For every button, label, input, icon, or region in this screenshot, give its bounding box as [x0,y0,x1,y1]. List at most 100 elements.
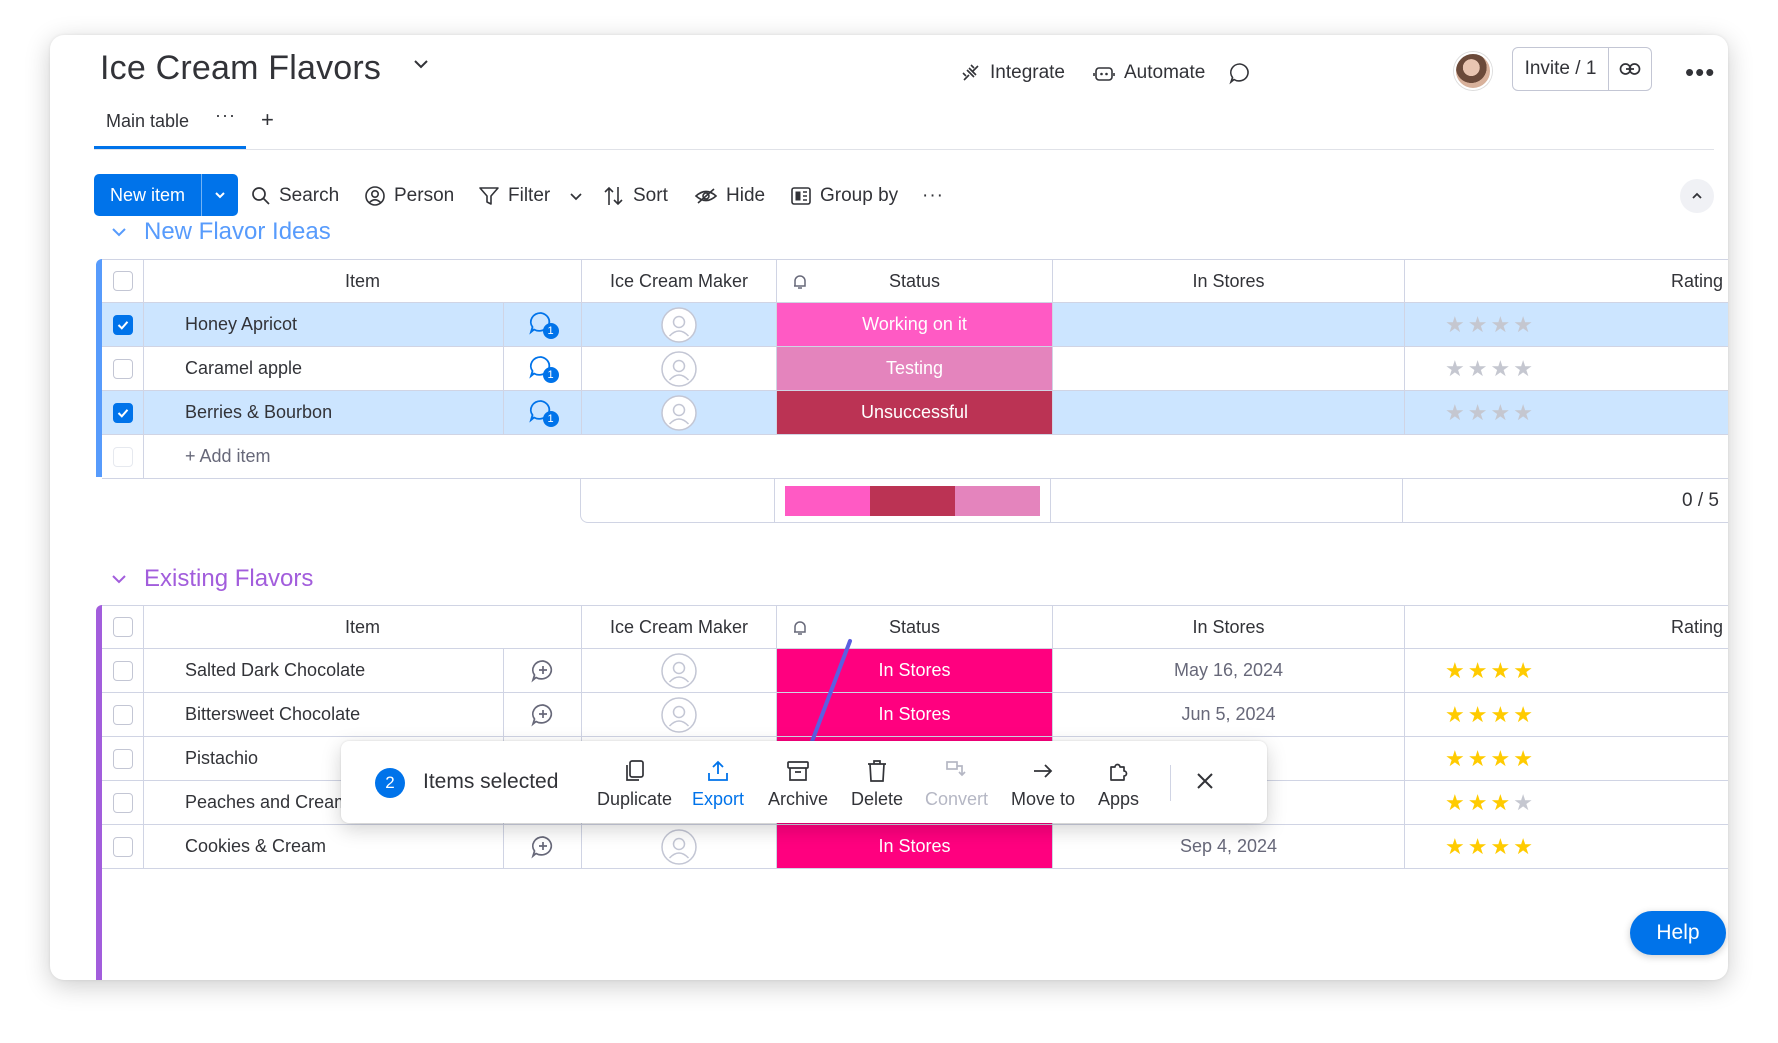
status-cell[interactable]: Unsuccessful [777,391,1053,434]
item-updates-button[interactable] [504,693,582,736]
star-icon[interactable]: ★ [1490,702,1510,728]
status-cell[interactable]: Working on it [777,303,1053,346]
column-header-rating[interactable]: Rating [1405,606,1728,648]
item-name[interactable]: Honey Apricot [144,303,504,346]
star-icon[interactable]: ★ [1490,834,1510,860]
select-all-cell[interactable] [102,606,144,648]
column-header-item[interactable]: Item [144,260,582,302]
rating-stars[interactable]: ★ ★ ★ ★ [1445,356,1533,382]
updates-button[interactable] [1228,56,1252,90]
rating-cell[interactable]: ★ ★ ★ ★ [1405,303,1728,346]
notify-bell-icon[interactable] [791,273,809,291]
column-header-item[interactable]: Item [144,606,582,648]
rating-cell[interactable]: ★ ★ ★ ★ [1405,347,1728,390]
star-icon[interactable]: ★ [1468,790,1488,816]
table-row[interactable]: Bittersweet Chocolate In Stores Jun 5, 202… [102,693,1728,737]
add-item-input[interactable]: + Add item [144,435,271,478]
in-stores-cell[interactable]: Sep 4, 2024 [1053,825,1405,868]
row-select-cell[interactable] [102,825,144,868]
rating-stars[interactable]: ★ ★ ★ ★ [1445,834,1533,860]
table-row[interactable]: Salted Dark Chocolate In Stores May 16, 20… [102,649,1728,693]
rating-cell[interactable]: ★ ★ ★ ★ [1405,391,1728,434]
in-stores-cell[interactable]: May 16, 2024 [1053,649,1405,692]
rating-stars[interactable]: ★ ★ ★ ★ [1445,658,1533,684]
row-checkbox[interactable] [112,792,133,813]
new-item-button[interactable]: New item [94,174,202,216]
star-icon[interactable]: ★ [1468,356,1488,382]
rating-cell[interactable]: ★ ★ ★ ★ [1405,737,1728,780]
maker-cell[interactable] [582,391,777,434]
in-stores-cell[interactable] [1053,303,1405,346]
board-more-menu-icon[interactable]: ••• [1685,57,1715,88]
status-cell[interactable]: Testing [777,347,1053,390]
filter-chevron-down-icon[interactable] [568,189,584,203]
star-icon[interactable]: ★ [1445,790,1465,816]
group-title[interactable]: New Flavor Ideas [144,218,331,246]
group-collapse-chevron-icon[interactable] [110,223,128,241]
item-name[interactable]: Caramel apple [144,347,504,390]
star-icon[interactable]: ★ [1490,658,1510,684]
rating-stars[interactable]: ★ ★ ★ ★ [1445,702,1533,728]
toolbar-more-icon[interactable]: ··· [922,183,944,209]
in-stores-cell[interactable] [1053,347,1405,390]
row-select-cell[interactable] [102,347,144,390]
star-icon[interactable]: ★ [1490,312,1510,338]
row-checkbox[interactable] [112,704,133,725]
convert-button[interactable]: Convert [925,759,988,810]
column-header-status[interactable]: Status [777,260,1053,302]
hide-button[interactable]: Hide [694,183,765,209]
archive-button[interactable]: Archive [768,759,828,810]
star-icon[interactable]: ★ [1468,834,1488,860]
help-button[interactable]: Help [1630,911,1726,955]
column-header-maker[interactable]: Ice Cream Maker [582,260,777,302]
star-icon[interactable]: ★ [1445,746,1465,772]
in-stores-cell[interactable]: Jun 5, 2024 [1053,693,1405,736]
star-icon[interactable]: ★ [1513,400,1533,426]
integrate-button[interactable]: Integrate [960,56,1065,90]
in-stores-cell[interactable] [1053,391,1405,434]
item-updates-button[interactable] [504,649,582,692]
star-icon[interactable]: ★ [1490,790,1510,816]
title-chevron-down-icon[interactable] [412,55,430,78]
star-icon[interactable]: ★ [1513,790,1533,816]
star-icon[interactable]: ★ [1445,658,1465,684]
row-checkbox[interactable] [112,402,133,423]
item-updates-button[interactable]: 1 [504,391,582,434]
star-icon[interactable]: ★ [1513,702,1533,728]
star-icon[interactable]: ★ [1445,400,1465,426]
rating-stars[interactable]: ★ ★ ★ ★ [1445,400,1533,426]
move-to-button[interactable]: Move to [1011,759,1075,810]
row-checkbox[interactable] [112,660,133,681]
row-checkbox[interactable] [112,314,133,335]
rating-cell[interactable]: ★ ★ ★ ★ [1405,825,1728,868]
select-all-checkbox[interactable] [112,271,133,291]
rating-stars[interactable]: ★ ★ ★ ★ [1445,746,1533,772]
item-updates-button[interactable] [504,825,582,868]
group-by-button[interactable]: Group by [790,183,898,209]
column-header-rating[interactable]: Rating [1405,260,1728,302]
column-header-in-stores[interactable]: In Stores [1053,606,1405,648]
maker-cell[interactable] [582,347,777,390]
rating-stars[interactable]: ★ ★ ★ ★ [1445,312,1533,338]
maker-cell[interactable] [582,303,777,346]
star-icon[interactable]: ★ [1513,746,1533,772]
star-icon[interactable]: ★ [1513,312,1533,338]
select-all-cell[interactable] [102,260,144,302]
person-filter-button[interactable]: Person [364,183,454,209]
invite-button[interactable]: Invite / 1 [1513,48,1609,90]
star-icon[interactable]: ★ [1445,834,1465,860]
star-icon[interactable]: ★ [1445,312,1465,338]
rating-cell[interactable]: ★ ★ ★ ★ [1405,693,1728,736]
row-select-cell[interactable] [102,781,144,824]
group-collapse-chevron-icon[interactable] [110,570,128,588]
item-name[interactable]: Salted Dark Chocolate [144,649,504,692]
user-avatar[interactable] [1454,52,1492,90]
select-all-checkbox[interactable] [112,617,133,637]
row-select-cell[interactable] [102,649,144,692]
item-name[interactable]: Bittersweet Chocolate [144,693,504,736]
row-select-cell[interactable] [102,737,144,780]
group-header-existing-flavors[interactable]: Existing Flavors [110,565,313,593]
table-row[interactable]: Caramel apple 1 Testing ★ ★ ★ ★ [102,347,1728,391]
star-icon[interactable]: ★ [1468,400,1488,426]
export-button[interactable]: Export [692,759,744,810]
